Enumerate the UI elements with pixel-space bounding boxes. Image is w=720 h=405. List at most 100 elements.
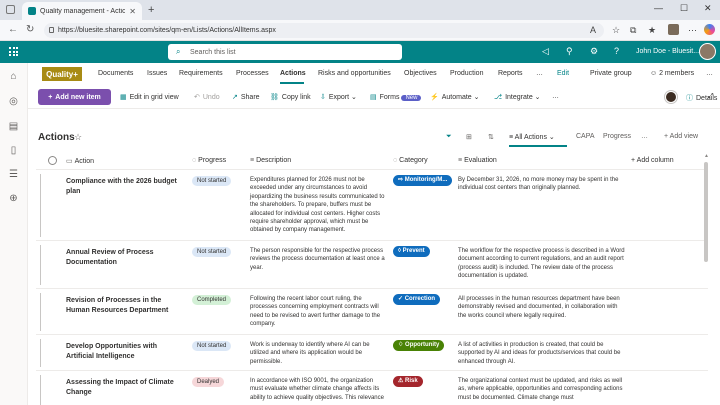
automate-button[interactable]: ⚡ Automate ⌄ [430,93,480,101]
forms-button[interactable]: ▤ Forms New [370,93,422,101]
nav-edit[interactable]: Edit [557,70,569,77]
more-commands-button[interactable]: … [552,93,559,100]
nav-more[interactable]: … [536,70,543,77]
group-icon[interactable]: ⊞ [466,133,472,141]
extensions-icon[interactable]: ⧉ [630,25,636,36]
news-icon[interactable]: ▤ [8,121,19,132]
table-row[interactable]: Annual Review of Process Documentation N… [36,241,708,289]
nav-issues[interactable]: Issues [147,70,167,77]
back-icon[interactable]: ← [8,24,18,35]
integrate-icon: ⎇ [494,94,503,101]
row-action-title[interactable]: Annual Review of Process Documentation [66,248,178,268]
nav-production[interactable]: Production [450,70,483,77]
share-button[interactable]: ↗ Share [232,93,260,101]
command-bar: + Add new item ▦ Edit in grid view ↶ Undo … [28,85,720,109]
read-aloud-icon[interactable]: A [590,25,596,35]
view-more[interactable]: … [641,133,648,140]
browser-profile-avatar[interactable] [668,24,679,35]
nav-objectives[interactable]: Objectives [404,70,437,77]
row-action-title[interactable]: Develop Opportunities with Artificial In… [66,342,178,362]
members-button[interactable]: ☺ 2 members [650,70,694,77]
lists-icon[interactable]: ☰ [8,169,19,180]
nav-processes[interactable]: Processes [236,70,269,77]
category-pill: ✓ Correction [393,294,441,305]
undo-button[interactable]: ↶ Undo [194,93,220,101]
vertical-scrollbar[interactable] [704,162,708,262]
text-column-icon: ▭ [66,158,73,165]
tab-actions-icon[interactable] [6,5,15,14]
progress-pill: Dealyed [192,377,225,387]
column-header-evaluation[interactable]: ≡ Evaluation [458,157,497,164]
add-view-button[interactable]: + Add view [664,133,698,140]
close-window-icon[interactable]: ✕ [704,3,712,14]
favorite-star-icon[interactable]: ☆ [612,25,620,36]
view-capa[interactable]: CAPA [576,133,595,140]
presence-avatar[interactable] [665,91,677,103]
checkmark-icon: ✓ [398,296,405,302]
automate-icon: ⚡ [430,94,439,101]
column-header-progress[interactable]: ◌ Progress [192,157,226,164]
site-more[interactable]: … [706,70,713,77]
copy-link-button[interactable]: ⛓ Copy link [270,93,311,101]
browser-tab[interactable]: Quality management - Actions ✕ [22,2,142,20]
table-row[interactable]: Assessing the Impact of Climate Change D… [36,371,708,405]
app-launcher-icon[interactable] [9,47,18,56]
megaphone-icon[interactable]: ◁ [542,46,549,57]
view-all-actions[interactable]: ≡ All Actions ⌄ [509,133,555,141]
column-header-description[interactable]: ≡ Description [250,157,291,164]
row-action-title[interactable]: Compliance with the 2026 budget plan [66,177,178,197]
filter-icon[interactable]: ⏷ [446,133,452,141]
url-field[interactable]: https://bluesite.sharepoint.com/sites/qm… [44,23,604,38]
nav-risks-opportunities[interactable]: Risks and opportunities [318,70,391,77]
help-icon[interactable]: ? [614,46,619,56]
table-row[interactable]: Compliance with the 2026 budget plan Not… [36,170,708,241]
new-tab-icon[interactable]: + [148,4,154,16]
select-all-checkbox[interactable] [48,156,57,165]
column-action-label: Action [74,158,95,165]
add-column-button[interactable]: + Add column [631,157,674,164]
view-progress[interactable]: Progress [603,133,631,140]
category-label: Monitoring/M... [404,177,448,183]
user-avatar[interactable] [699,43,716,60]
nav-documents[interactable]: Documents [98,70,133,77]
nav-actions[interactable]: Actions [280,70,306,77]
sort-icon[interactable]: ⇅ [488,133,494,141]
nav-requirements[interactable]: Requirements [179,70,223,77]
fullscreen-icon[interactable]: ⤢ [708,93,714,101]
copilot-icon[interactable] [704,24,715,35]
table-row[interactable]: Develop Opportunities with Artificial In… [36,335,708,371]
user-name[interactable]: John Doe - Bluesit... [636,48,699,55]
create-icon[interactable]: ⊕ [8,193,19,204]
globe-icon[interactable]: ◎ [8,96,19,107]
settings-gear-icon[interactable]: ⚙ [590,46,598,57]
favorite-list-star-icon[interactable]: ☆ [74,132,82,143]
home-icon[interactable]: ⌂ [8,71,19,82]
nav-reports[interactable]: Reports [498,70,523,77]
refresh-icon[interactable]: ↻ [26,24,34,35]
column-header-action[interactable]: ▭ Action [66,157,94,165]
integrate-button[interactable]: ⎇ Integrate ⌄ [494,93,541,101]
search-input[interactable]: ⌕ Search this list [168,44,402,60]
column-header-category[interactable]: ◌ Category [393,157,428,164]
export-button[interactable]: ⇩ Export ⌄ [320,93,357,101]
files-icon[interactable]: ▯ [8,145,19,156]
edit-grid-view-button[interactable]: ▦ Edit in grid view [120,93,179,101]
row-edge [40,293,41,331]
close-tab-icon[interactable]: ✕ [129,7,136,16]
row-action-title[interactable]: Revision of Processes in the Human Resou… [66,296,178,316]
progress-pill: Completed [192,295,232,305]
grid-icon: ▦ [120,94,127,101]
add-new-item-button[interactable]: + Add new item [38,89,111,105]
favorites-icon[interactable]: ★ [648,25,656,36]
row-evaluation: By December 31, 2026, no more money may … [458,177,619,192]
share-network-icon[interactable]: ⚲ [566,46,573,57]
scroll-up-arrow-icon[interactable]: ▲ [704,153,709,159]
progress-pill: Not started [192,341,232,351]
minimize-icon[interactable]: — [654,3,663,13]
column-category-label: Category [399,157,428,164]
row-action-title[interactable]: Assessing the Impact of Climate Change [66,378,178,398]
site-logo[interactable]: Quality+ [42,67,82,81]
menu-dots-icon[interactable]: ⋯ [688,25,697,36]
table-row[interactable]: Revision of Processes in the Human Resou… [36,289,708,335]
maximize-icon[interactable]: ☐ [680,3,688,14]
